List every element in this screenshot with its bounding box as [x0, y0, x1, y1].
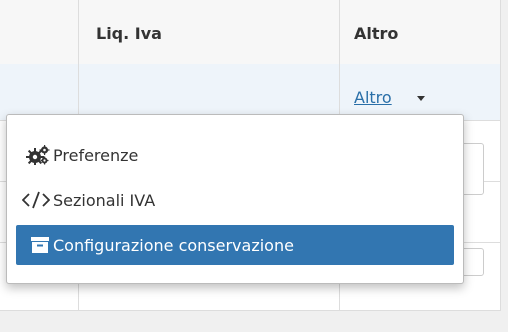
code-icon	[16, 191, 53, 209]
altro-dropdown-toggle[interactable]: Altro	[354, 88, 392, 107]
menu-item-sezionali-iva[interactable]: Sezionali IVA	[16, 180, 454, 220]
chevron-down-icon[interactable]	[417, 96, 425, 101]
menu-item-label: Preferenze	[53, 145, 139, 165]
table-header	[0, 0, 500, 65]
menu-item-label: Configurazione conservazione	[53, 235, 294, 255]
column-header-altro: Altro	[354, 24, 399, 43]
archive-icon	[16, 236, 53, 254]
cogs-icon	[16, 145, 53, 165]
altro-dropdown-menu: Preferenze Sezionali IVA Configurazione …	[6, 114, 464, 284]
menu-item-label: Sezionali IVA	[53, 190, 156, 210]
menu-item-configurazione-conservazione[interactable]: Configurazione conservazione	[16, 225, 454, 265]
menu-item-preferenze[interactable]: Preferenze	[16, 135, 454, 175]
table-row[interactable]	[0, 64, 500, 121]
column-header-liq-iva: Liq. Iva	[96, 24, 162, 43]
